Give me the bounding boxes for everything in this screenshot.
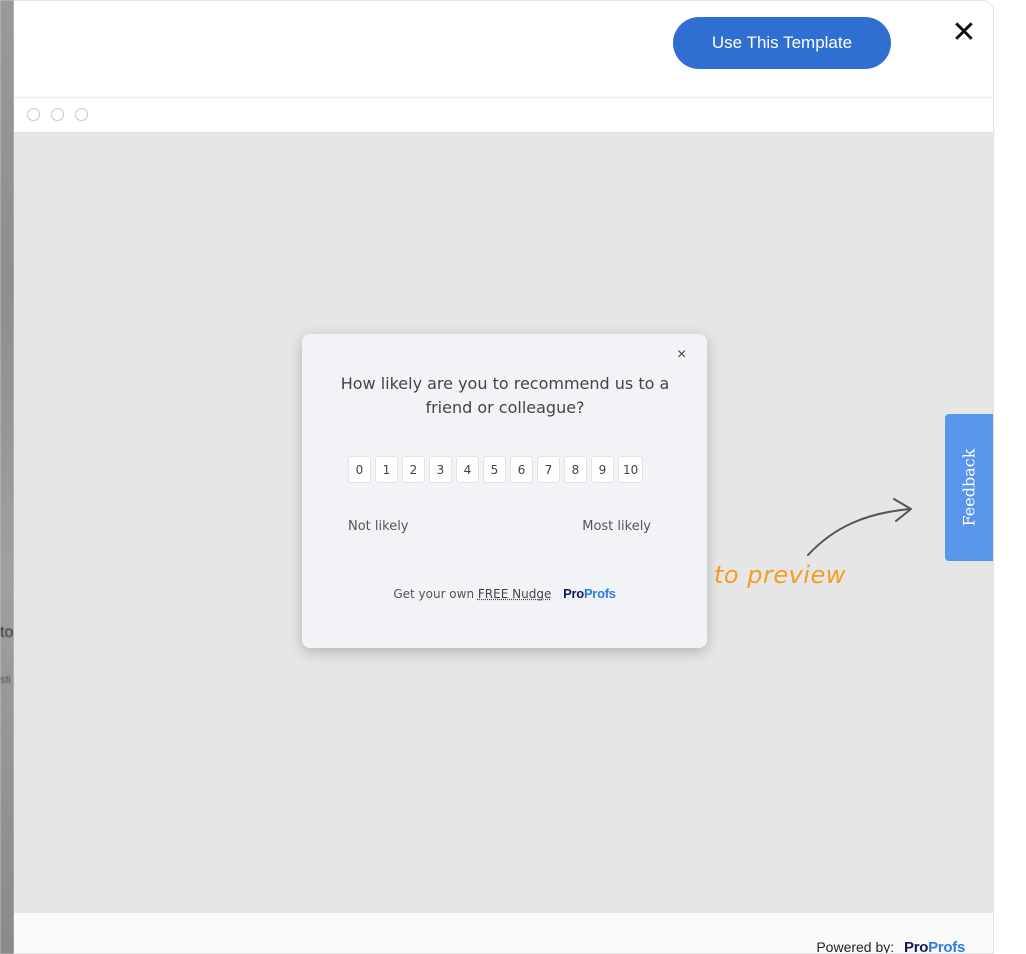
scale-label-low: Not likely bbox=[348, 519, 409, 534]
feedback-tab[interactable]: Feedback bbox=[945, 414, 993, 561]
close-icon[interactable]: ✕ bbox=[950, 17, 978, 49]
hint-arrow-icon bbox=[807, 498, 912, 556]
background-app: to sti bbox=[0, 0, 14, 954]
nps-survey-popup: × How likely are you to recommend us to … bbox=[302, 334, 707, 648]
modal-footer: Powered by: ProProfs bbox=[14, 913, 993, 954]
nps-score-button[interactable]: 10 bbox=[618, 456, 644, 483]
nps-score-button[interactable]: 4 bbox=[456, 456, 479, 483]
nps-score-button[interactable]: 7 bbox=[537, 456, 560, 483]
nps-score-button[interactable]: 2 bbox=[402, 456, 425, 483]
powered-by: Powered by: ProProfs bbox=[816, 939, 965, 954]
scale-label-high: Most likely bbox=[582, 519, 651, 534]
modal-header: Use This Template ✕ bbox=[14, 1, 993, 98]
browser-chrome-bar bbox=[14, 98, 993, 133]
popup-close-icon[interactable]: × bbox=[677, 346, 686, 364]
survey-question: How likely are you to recommend us to a … bbox=[340, 374, 670, 417]
template-preview-modal: Use This Template ✕ to preview Feedback … bbox=[14, 0, 994, 954]
nps-score-button[interactable]: 1 bbox=[375, 456, 398, 483]
nps-score-button[interactable]: 5 bbox=[483, 456, 506, 483]
window-dot-icon bbox=[51, 108, 64, 121]
nps-score-button[interactable]: 9 bbox=[591, 456, 614, 483]
background-text-fragment: to bbox=[0, 624, 14, 641]
powered-by-label: Powered by: bbox=[816, 939, 895, 954]
nudge-footer: Get your own FREE Nudge ProProfs bbox=[302, 586, 707, 601]
proprofs-logo[interactable]: ProProfs bbox=[563, 586, 616, 601]
nps-score-button[interactable]: 3 bbox=[429, 456, 452, 483]
preview-hint-text: to preview bbox=[714, 561, 846, 589]
nps-score-button[interactable]: 0 bbox=[348, 456, 371, 483]
nps-score-button[interactable]: 6 bbox=[510, 456, 533, 483]
preview-area: to preview Feedback × How likely are you… bbox=[14, 133, 993, 913]
use-template-button[interactable]: Use This Template bbox=[673, 17, 891, 69]
nps-scale: 0 1 2 3 4 5 6 7 8 9 10 bbox=[348, 456, 644, 483]
window-dot-icon bbox=[75, 108, 88, 121]
background-text-fragment: sti bbox=[0, 674, 11, 686]
footer-prefix: Get your own bbox=[393, 587, 475, 601]
proprofs-logo[interactable]: ProProfs bbox=[904, 939, 965, 953]
free-nudge-link[interactable]: FREE Nudge bbox=[478, 587, 551, 601]
feedback-tab-label: Feedback bbox=[959, 448, 979, 527]
window-dot-icon bbox=[27, 108, 40, 121]
nps-score-button[interactable]: 8 bbox=[564, 456, 587, 483]
